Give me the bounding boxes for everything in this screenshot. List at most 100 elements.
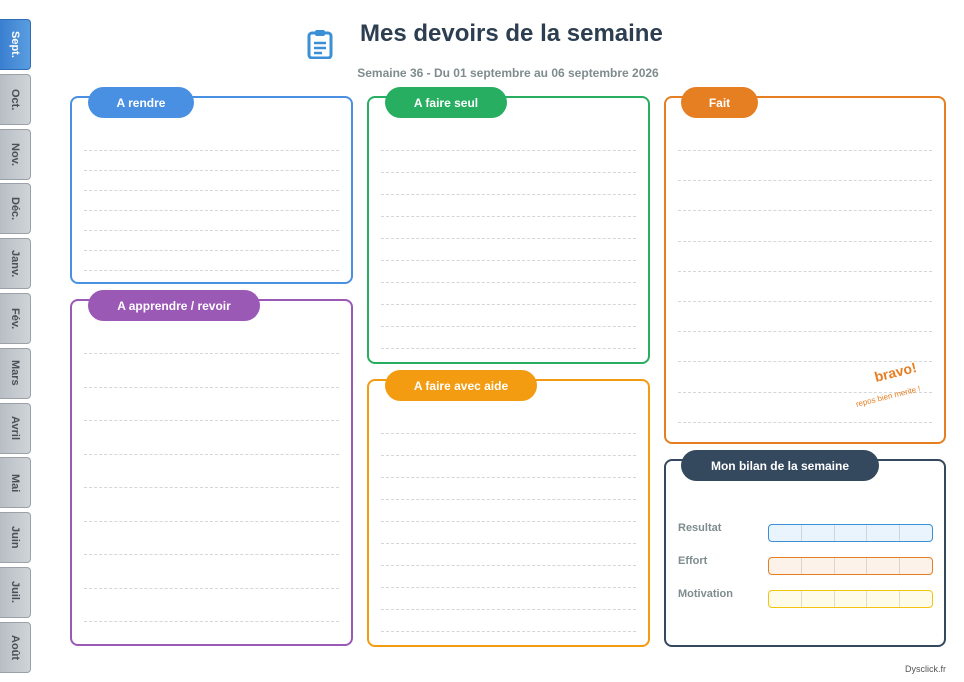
bilan-box [664,459,946,647]
a-faire-aide-box[interactable] [367,379,650,647]
writing-line [381,172,636,173]
writing-line [84,621,339,622]
bilan-rating-segment[interactable] [867,558,901,574]
bilan-rating-segment[interactable] [900,558,932,574]
writing-line [381,455,636,456]
bilan-rating-segment[interactable] [835,591,868,607]
page-title: Mes devoirs de la semaine [360,20,663,47]
writing-line [381,543,636,544]
month-tab-label: Janv. [9,250,21,278]
writing-line [678,180,932,182]
month-tab-label: Mai [9,473,21,493]
month-tab[interactable]: Fév. [0,293,31,344]
writing-line [84,230,339,231]
writing-line [84,170,339,171]
bilan-rating-segment[interactable] [835,558,868,574]
writing-line [381,194,636,195]
writing-line [84,386,339,388]
week-subtitle: Semaine 36 - Du 01 septembre au 06 septe… [357,66,659,80]
month-tab-label: Sept. [9,31,21,58]
month-tab[interactable]: Avril [0,402,31,454]
footer-credit: Dysclick.fr [905,664,946,674]
month-tab-label: Juin [9,526,21,549]
month-tab[interactable]: Mai [0,457,31,509]
writing-line [381,587,636,588]
month-tab-label: Août [9,634,21,660]
bilan-rating-segment[interactable] [900,591,932,607]
writing-line [381,433,636,434]
writing-line [381,304,636,305]
writing-line [381,326,636,327]
month-tab[interactable]: Nov. [0,128,31,180]
writing-line [84,353,339,354]
writing-line [381,348,636,349]
writing-line [84,150,339,151]
bilan-row-label: Resultat [678,522,722,534]
month-tab-label: Déc. [9,197,21,221]
month-tab-label: Fév. [9,307,21,330]
writing-line [84,190,339,191]
bilan-rating-segment[interactable] [802,591,835,607]
month-tab[interactable]: Août [0,621,31,673]
month-tab[interactable]: Déc. [0,183,31,235]
bilan-rating-bar[interactable] [768,557,933,575]
bilan-rating-segment[interactable] [802,525,835,541]
writing-line [381,282,636,283]
clipboard-icon [307,30,333,59]
a-faire-seul-box[interactable] [367,96,650,364]
bilan-rating-segment[interactable] [802,558,835,574]
bilan-rating-bar[interactable] [768,590,933,608]
writing-line [678,331,932,333]
writing-line [84,210,339,211]
a-apprendre-label: A apprendre / revoir [88,290,260,321]
month-tab[interactable]: Janv. [0,238,31,290]
a-rendre-box[interactable] [70,96,353,284]
writing-line [84,554,339,555]
writing-line [678,240,932,242]
writing-line [381,150,636,151]
writing-line [84,587,339,589]
month-tab[interactable]: Juin [0,512,31,564]
bilan-row-label: Effort [678,555,708,567]
month-tab-label: Oct. [9,88,21,110]
month-tab-label: Juil. [9,581,21,604]
writing-line [381,477,636,478]
bilan-rating-bar[interactable] [768,524,933,542]
writing-line [678,210,932,212]
writing-line [84,250,339,251]
bilan-rating-segment[interactable] [769,558,802,574]
fait-label: Fait [681,87,758,118]
writing-line [381,609,636,610]
a-apprendre-box[interactable] [70,299,353,646]
writing-line [84,487,339,488]
writing-line [84,453,339,455]
writing-line [381,216,636,217]
month-tab-label: Nov. [9,142,21,166]
month-tab[interactable]: Sept. [0,19,31,70]
writing-line [84,270,339,271]
writing-line [381,565,636,566]
bilan-label: Mon bilan de la semaine [681,450,879,481]
writing-line [84,520,339,522]
writing-line [381,521,636,522]
writing-line [678,361,932,363]
writing-line [381,238,636,239]
writing-line [381,260,636,261]
writing-line [678,421,932,423]
month-tab[interactable]: Oct. [0,73,31,125]
bilan-rating-segment[interactable] [900,525,932,541]
month-tab[interactable]: Mars [0,347,31,399]
month-tab-label: Avril [9,416,21,441]
bilan-rating-segment[interactable] [867,591,901,607]
bilan-rating-segment[interactable] [769,525,802,541]
bilan-row-label: Motivation [678,588,733,600]
bilan-rating-segment[interactable] [867,525,901,541]
month-tab[interactable]: Juil. [0,567,31,618]
writing-line [84,420,339,421]
month-tab-label: Mars [9,360,21,387]
writing-line [678,270,932,272]
bilan-rating-segment[interactable] [835,525,868,541]
writing-line [678,301,932,302]
a-rendre-label: A rendre [88,87,194,118]
bilan-rating-segment[interactable] [769,591,802,607]
